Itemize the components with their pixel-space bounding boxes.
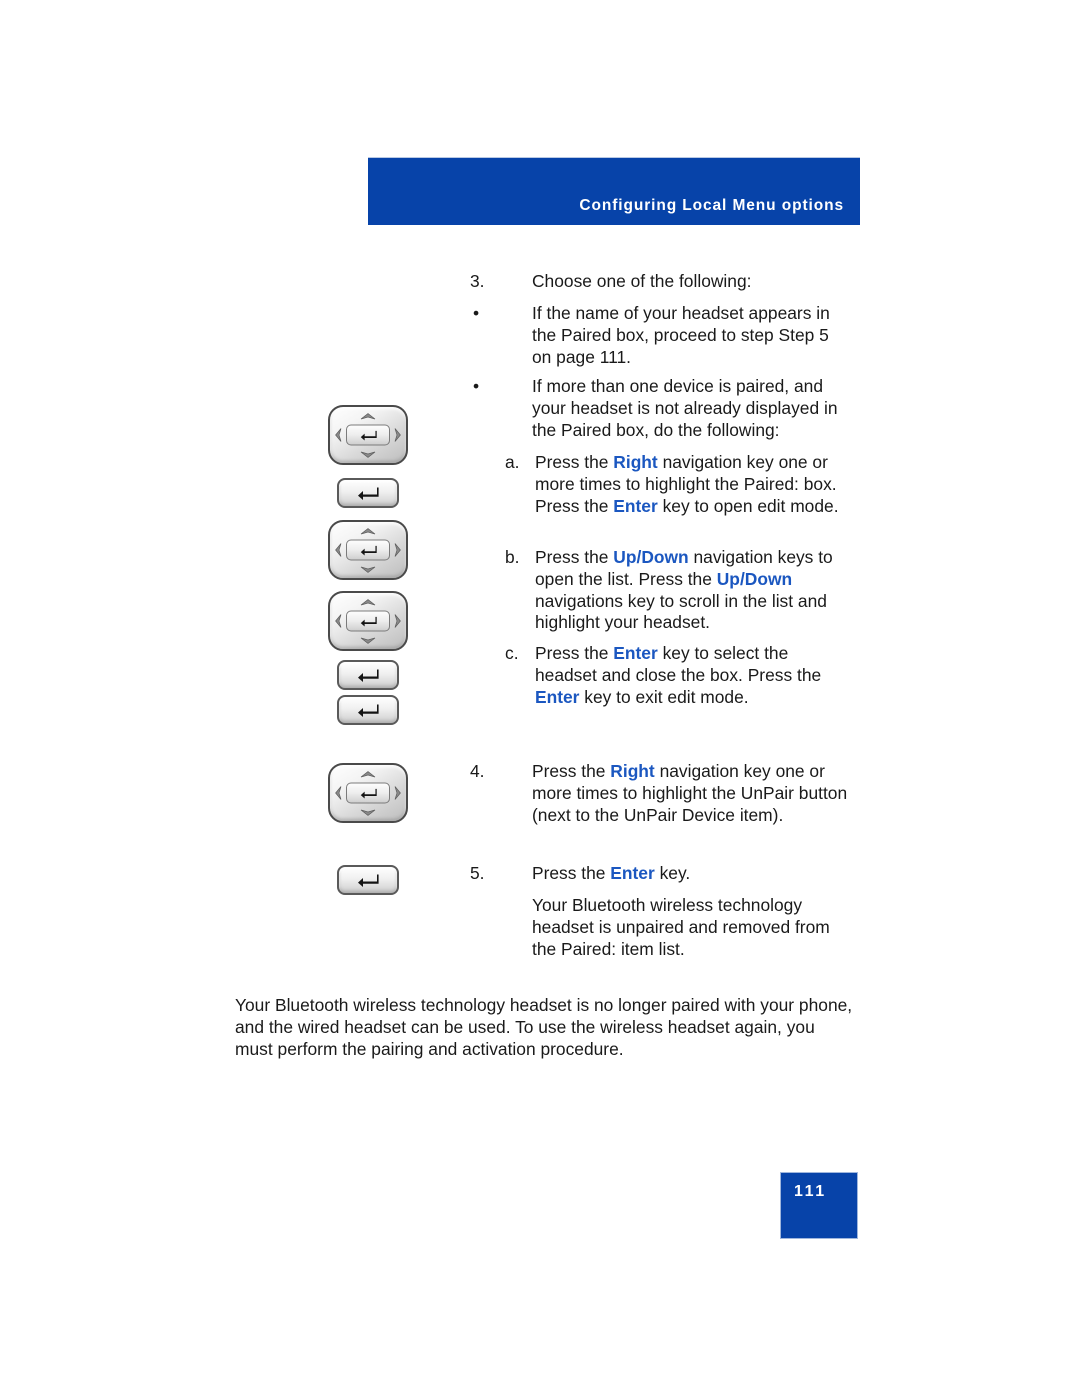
navigation-cluster-icon (328, 591, 408, 651)
page-number: 111 (794, 1183, 827, 1200)
bullet-1-text: If the name of your headset appears in t… (532, 303, 830, 367)
up-arrow-icon (360, 771, 376, 778)
enter-key-icon (337, 478, 399, 508)
keyword-emphasis: Enter (535, 686, 580, 707)
keyword-emphasis: Right (613, 452, 658, 472)
down-arrow-icon (360, 566, 376, 573)
step-4-text: Press the Right navigation key one or mo… (532, 761, 848, 825)
navigation-cluster-icon (328, 405, 408, 465)
navigation-cluster-icon (328, 520, 408, 580)
bullet-2-text: If more than one device is paired, and y… (532, 376, 838, 440)
return-arrow-icon (358, 874, 379, 887)
closing-paragraph: Your Bluetooth wireless technology heads… (235, 995, 853, 1059)
down-arrow-icon (360, 451, 376, 458)
right-arrow-icon (394, 614, 401, 628)
enter-center-key (346, 610, 390, 632)
right-arrow-icon (394, 428, 401, 442)
down-arrow-icon (360, 637, 376, 644)
step-marker-5: 5. (470, 863, 485, 883)
enter-center-key (346, 539, 390, 561)
document-page: Configuring Local Menu options 3. Choose… (0, 0, 1080, 1397)
enter-key-icon (337, 660, 399, 690)
step-5-text: Press the Enter key. (532, 863, 691, 883)
bullet-marker: • (473, 303, 480, 323)
keyword-emphasis: Down (641, 547, 689, 567)
enter-key-icon (337, 695, 399, 725)
enter-center-key (346, 782, 390, 804)
step-3-text: Choose one of the following: (532, 271, 752, 291)
keyword-emphasis: Up (613, 547, 637, 567)
step-marker-3: 3. (470, 271, 485, 291)
keyword-emphasis: Enter (610, 863, 655, 883)
return-arrow-icon (360, 545, 377, 556)
up-arrow-icon (360, 413, 376, 420)
substep-marker-b: b. (505, 547, 520, 567)
return-arrow-icon (360, 616, 377, 627)
up-arrow-icon (360, 528, 376, 535)
left-arrow-icon (335, 543, 342, 557)
keyword-emphasis: Up (716, 568, 740, 589)
substep-marker-a: a. (505, 452, 520, 472)
substep-b-text: Press the Up/Down navigation keys to ope… (535, 547, 833, 633)
navigation-cluster-icon (328, 763, 408, 823)
keyword-emphasis: Enter (613, 495, 658, 516)
right-arrow-icon (394, 543, 401, 557)
substep-marker-c: c. (505, 643, 519, 663)
substep-c-text: Press the Enter key to select the headse… (535, 643, 822, 707)
left-arrow-icon (335, 786, 342, 800)
step-5-followup-text: Your Bluetooth wireless technology heads… (532, 895, 830, 959)
keyword-emphasis: Enter (613, 643, 658, 663)
substep-a-text: Press the Right navigation key one or mo… (535, 452, 839, 516)
return-arrow-icon (360, 430, 377, 441)
return-arrow-icon (358, 704, 379, 717)
header-banner: Configuring Local Menu options (368, 157, 860, 225)
left-arrow-icon (335, 614, 342, 628)
bullet-marker: • (473, 376, 480, 396)
right-arrow-icon (394, 786, 401, 800)
page-title: Configuring Local Menu options (579, 197, 844, 214)
down-arrow-icon (360, 809, 376, 816)
enter-center-key (346, 424, 390, 446)
page-number-box: 111 (780, 1172, 858, 1239)
return-arrow-icon (358, 669, 379, 682)
keyword-emphasis: Down (744, 568, 793, 589)
step-marker-4: 4. (470, 761, 485, 781)
keyword-emphasis: Right (610, 761, 655, 781)
left-arrow-icon (335, 428, 342, 442)
return-arrow-icon (360, 788, 377, 799)
enter-key-icon (337, 865, 399, 895)
return-arrow-icon (358, 487, 379, 500)
up-arrow-icon (360, 599, 376, 606)
